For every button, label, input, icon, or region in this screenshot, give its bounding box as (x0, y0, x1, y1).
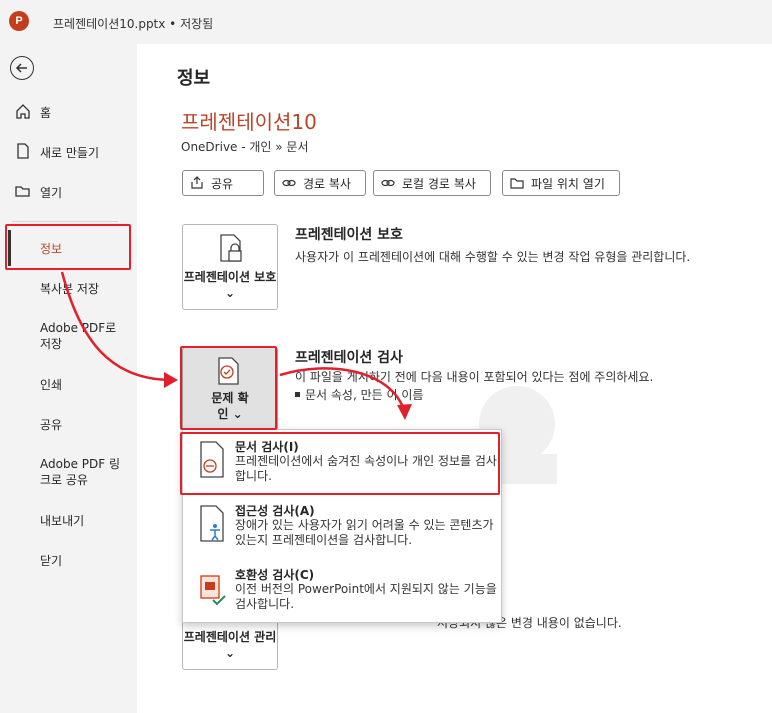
menu-item-check-accessibility[interactable]: 접근성 검사(A) 장애가 있는 사용자가 읽기 어려울 수 있는 콘텐츠가 있… (183, 496, 501, 560)
share-button-label: 공유 (211, 176, 234, 191)
menu-item-title: 접근성 검사(A) (235, 504, 315, 518)
sidebar-item-new[interactable]: 새로 만들기 (0, 142, 137, 162)
compatibility-icon (200, 575, 226, 606)
sidebar-item-label: 복사본 저장 (40, 282, 100, 296)
protect-presentation-button[interactable]: 프레젠테이션 보호 ⌄ (182, 224, 278, 310)
inspect-title: 프레젠테이션 검사 (295, 350, 403, 366)
copy-local-path-button[interactable]: 로컬 경로 복사 (373, 170, 491, 196)
sidebar-item-open[interactable]: 열기 (0, 182, 137, 202)
window-title: 프레젠테이션10.pptx • 저장됨 (53, 17, 214, 31)
sidebar-item-share[interactable]: 공유 (0, 414, 137, 434)
inspect-bullet: 문서 속성, 만든 이 이름 (294, 388, 424, 402)
sidebar-item-label: 내보내기 (40, 514, 85, 528)
menu-item-title: 호환성 검사(C) (235, 568, 315, 582)
page-title: 정보 (177, 68, 211, 89)
title-bar: P 프레젠테이션10.pptx • 저장됨 (0, 0, 772, 44)
sidebar-item-share-adobe-pdf-link[interactable]: Adobe PDF 링크로 공유 (0, 454, 137, 490)
lock-document-icon (220, 234, 242, 262)
sidebar-item-label: Adobe PDF 링크로 공유 (40, 457, 121, 487)
inspect-document-highlight-box (180, 432, 500, 495)
open-file-location-label: 파일 위치 열기 (531, 176, 605, 191)
link-icon (381, 179, 395, 187)
sidebar-item-export[interactable]: 내보내기 (0, 510, 137, 530)
protect-button-label: 프레젠테이션 보호 ⌄ (183, 270, 277, 300)
copy-local-path-label: 로컬 경로 복사 (402, 176, 476, 191)
folder-open-icon (15, 186, 30, 197)
sidebar-item-label: 열기 (40, 186, 63, 200)
menu-item-description: 이전 버전의 PowerPoint에서 지원되지 않는 기능을 검사합니다. (235, 582, 497, 611)
protect-title: 프레젠테이션 보호 (295, 227, 403, 243)
share-button[interactable]: 공유 (182, 170, 264, 196)
sidebar-item-label: 홈 (40, 106, 52, 120)
open-file-location-button[interactable]: 파일 위치 열기 (502, 170, 620, 196)
document-title: 프레젠테이션10 (181, 110, 317, 134)
check-issues-highlight-box (180, 346, 277, 430)
sidebar-item-label: 닫기 (40, 554, 63, 568)
sidebar-item-home[interactable]: 홈 (0, 102, 137, 122)
sidebar-item-label: 공유 (40, 418, 63, 432)
copy-path-button[interactable]: 경로 복사 (274, 170, 366, 196)
menu-item-check-compatibility[interactable]: 호환성 검사(C) 이전 버전의 PowerPoint에서 지원되지 않는 기능… (183, 560, 501, 624)
inspect-description: 이 파일을 게시하기 전에 다음 내용이 포함되어 있다는 점에 주의하세요. (295, 370, 654, 384)
home-icon (16, 104, 30, 119)
sidebar-item-label: 인쇄 (40, 378, 63, 392)
link-icon (282, 179, 296, 187)
folder-icon (510, 178, 524, 189)
sidebar-item-label: Adobe PDF로 저장 (40, 321, 117, 351)
sidebar-item-save-copy[interactable]: 복사본 저장 (0, 278, 137, 298)
sidebar-item-label: 새로 만들기 (40, 146, 100, 160)
sidebar-item-print[interactable]: 인쇄 (0, 374, 137, 394)
copy-path-label: 경로 복사 (303, 176, 351, 191)
backstage-sidebar: 홈 새로 만들기 열기 정보 복사본 저장 Adobe PDF로 저장 인쇄 공… (0, 44, 137, 713)
sidebar-item-close[interactable]: 닫기 (0, 550, 137, 570)
new-document-icon (17, 143, 29, 159)
sidebar-divider (12, 221, 118, 222)
share-icon (191, 176, 203, 189)
back-button[interactable] (10, 56, 34, 80)
back-arrow-icon (15, 63, 27, 73)
menu-item-description: 장애가 있는 사용자가 읽기 어려울 수 있는 콘텐츠가 있는지 프레젠테이션을… (235, 518, 494, 547)
document-path: OneDrive - 개인 » 문서 (181, 140, 309, 154)
accessibility-icon (200, 505, 224, 542)
protect-description: 사용자가 이 프레젠테이션에 대해 수행할 수 있는 변경 작업 유형을 관리합… (295, 250, 691, 264)
info-highlight-box (5, 224, 131, 270)
manage-button-label: 프레젠테이션 관리 ⌄ (183, 630, 277, 660)
sidebar-item-save-adobe-pdf[interactable]: Adobe PDF로 저장 (0, 318, 137, 354)
powerpoint-app-icon: P (9, 11, 29, 31)
